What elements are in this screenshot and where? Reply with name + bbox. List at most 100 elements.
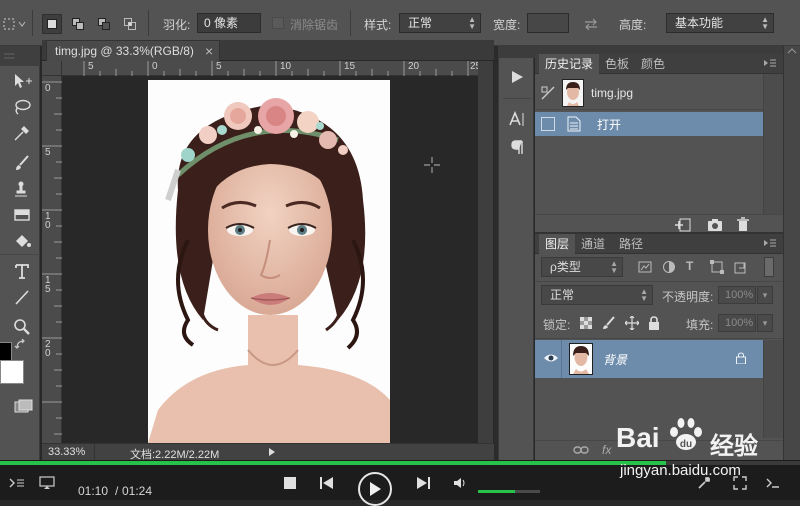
paint-bucket-tool-icon[interactable] [10,230,34,252]
filter-shape-layer-icon[interactable] [710,260,724,274]
ruler-v-label: 1 0 [45,211,51,231]
ruler-h-label: 0 [152,61,158,72]
document-tab[interactable]: timg.jpg @ 33.3%(RGB/8) × [46,40,220,61]
filter-smart-object-icon[interactable] [734,260,748,274]
lock-image-pixels-icon[interactable] [602,316,616,330]
add-to-selection-button[interactable] [68,14,88,34]
lock-position-icon[interactable] [625,316,639,330]
watermark-brand-right: 经验 [710,433,758,460]
history-brush-source-checkbox[interactable] [541,117,555,131]
screen-cast-icon[interactable] [38,475,56,491]
lock-all-icon[interactable] [648,316,660,330]
line-tool-icon[interactable] [10,286,34,308]
character-panel-icon[interactable] [503,106,531,132]
fill-slider-arrow-icon[interactable]: ▾ [757,314,773,332]
subtract-from-selection-button[interactable] [94,14,114,34]
layer-filter-value: ρ类型 [550,260,581,274]
fill-label: 填充: [686,318,714,332]
volume-icon[interactable] [452,475,468,491]
stop-button-icon[interactable] [282,475,298,491]
style-dropdown[interactable]: 正常 ▲ ▼ [399,13,481,33]
layers-panel-tabs: 图层 通道 路径 [535,234,783,254]
layer-name[interactable]: 背景 [603,351,627,368]
new-snapshot-camera-icon[interactable] [707,218,723,232]
vertical-ruler: 0 5 1 0 1 5 2 0 [42,76,62,443]
tab-color[interactable]: 颜色 [635,54,671,74]
brush-tool-icon[interactable] [10,152,34,174]
opacity-slider-arrow-icon[interactable]: ▾ [757,286,773,304]
filter-pixel-layer-icon[interactable] [638,260,652,274]
history-step-selected[interactable]: 打开 [535,112,763,136]
move-tool-icon[interactable] [10,70,34,92]
feather-input[interactable]: 0 像素 [197,13,261,33]
paragraph-panel-icon[interactable] [503,134,531,160]
marquee-tool-icon[interactable] [2,14,16,34]
tool-preset-chevron-icon[interactable] [18,14,26,34]
blend-mode-dropdown[interactable]: 正常 ▲ ▼ [541,285,653,305]
current-time: 01:10 [78,484,109,498]
tab-layers[interactable]: 图层 [539,234,576,254]
link-layers-icon[interactable] [573,445,589,455]
filter-adjustment-layer-icon[interactable] [662,260,676,274]
tab-paths[interactable]: 路径 [613,234,649,254]
eraser-tool-icon[interactable] [10,204,34,226]
background-color-swatch[interactable] [0,360,24,384]
opacity-input[interactable]: 100% [718,286,756,304]
history-list: timg.jpg 打开 [535,74,763,214]
play-button-icon[interactable] [358,472,392,506]
close-tab-icon[interactable]: × [205,41,213,61]
fill-input[interactable]: 100% [718,314,756,332]
play-actions-icon[interactable] [503,64,531,90]
history-step-icon [567,116,581,132]
new-selection-button[interactable] [42,14,62,34]
history-panel-tabs: 历史记录 色板 颜色 [535,54,783,74]
playlist-icon[interactable] [8,475,26,491]
layer-row-background[interactable]: 背景 [535,340,763,378]
video-progress-fill [0,461,667,465]
snapshot-source-brush-icon[interactable] [541,86,555,100]
lock-transparent-pixels-icon[interactable] [580,317,592,329]
intersect-selection-button[interactable] [120,14,140,34]
layer-visibility-eye-icon[interactable] [543,352,559,364]
ruler-origin[interactable] [42,61,62,76]
tab-history[interactable]: 历史记录 [539,54,600,74]
next-button-icon[interactable] [414,475,432,491]
delete-state-trash-icon[interactable] [736,217,750,232]
panel-menu-icon[interactable] [763,58,777,68]
type-tool-icon[interactable] [10,260,34,282]
layer-filter-dropdown[interactable]: ρ类型 ▲ ▼ [541,257,623,277]
snapshot-name: timg.jpg [591,86,634,100]
previous-button-icon[interactable] [318,475,336,491]
lasso-tool-icon[interactable] [10,96,34,118]
eyedropper-tool-icon[interactable] [10,122,34,144]
screen-mode-icon[interactable] [12,396,36,418]
divider [535,338,783,339]
svg-text:du: du [680,439,692,450]
status-menu-arrow-icon[interactable] [268,447,276,457]
canvas-image[interactable] [148,80,390,443]
clone-stamp-tool-icon[interactable] [10,178,34,200]
width-input[interactable] [527,13,569,33]
tab-channels[interactable]: 通道 [575,234,611,254]
antialias-checkbox[interactable] [272,17,284,29]
panel-dock-scrollbar[interactable] [783,46,800,460]
ruler-h-label: 20 [408,61,420,72]
workspace-dropdown[interactable]: 基本功能 ▲ ▼ [666,13,774,33]
swap-width-height-icon[interactable] [582,14,600,34]
zoom-tool-icon[interactable] [10,316,34,338]
panel-collapse-bar[interactable] [535,46,783,54]
history-scrollbar[interactable] [763,74,783,214]
filter-type-layer-icon[interactable]: T [686,259,693,273]
zoom-level[interactable]: 33.33% [48,446,85,458]
history-snapshot[interactable]: timg.jpg [535,76,763,110]
tab-swatches[interactable]: 色板 [599,54,635,74]
divider [0,254,40,255]
style-value: 正常 [408,16,433,30]
new-document-from-state-icon[interactable] [675,218,691,232]
filter-toggle-switch[interactable] [764,257,774,277]
divider [503,98,531,99]
vertical-scrollbar[interactable] [478,61,493,443]
panel-menu-icon[interactable] [763,238,777,248]
right-panel-group: 历史记录 色板 颜色 timg.jpg 打开 图层 通道 路径 ρ类型 ▲ ▼ … [535,46,783,460]
swap-colors-icon[interactable] [14,338,28,352]
